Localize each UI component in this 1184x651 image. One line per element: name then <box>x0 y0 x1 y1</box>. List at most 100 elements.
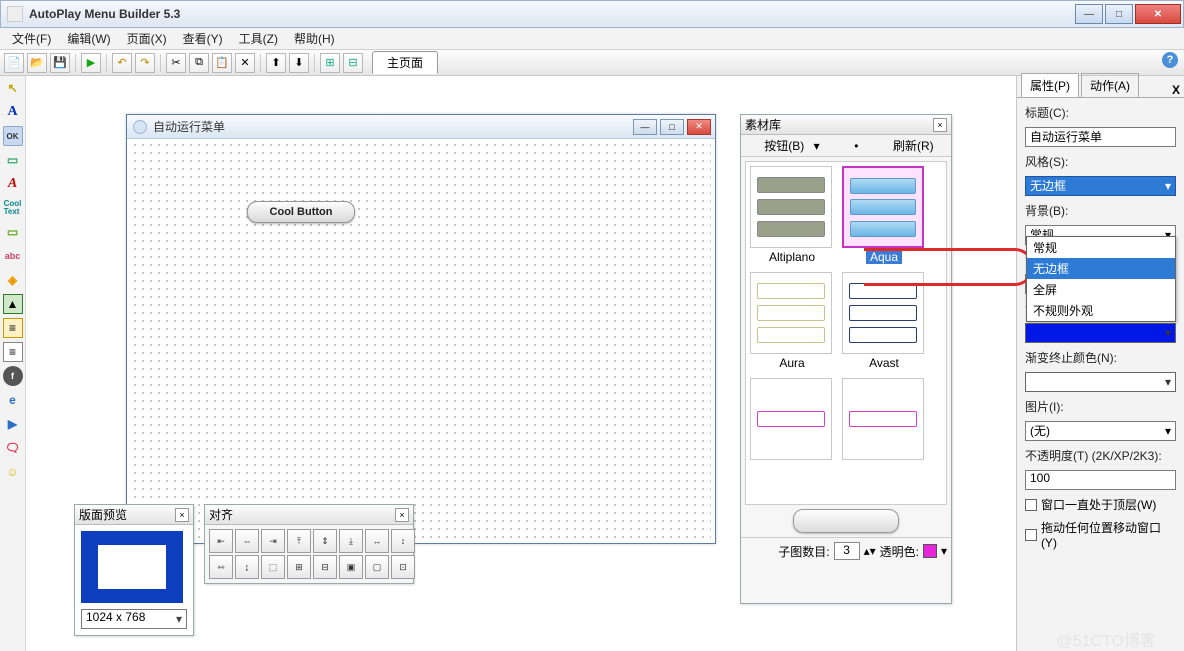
same-height-icon[interactable]: ↨ <box>235 555 259 579</box>
add-page-icon[interactable]: ⊞ <box>320 53 340 73</box>
style-option-fullscreen[interactable]: 全屏 <box>1027 279 1175 300</box>
matlib-close-icon[interactable]: × <box>933 118 947 132</box>
pointer-tool-icon[interactable]: ↖ <box>3 78 23 98</box>
smiley-tool-icon[interactable]: ☺ <box>3 462 23 482</box>
align-bottom-icon[interactable]: ⤓ <box>339 529 363 553</box>
memo-tool-icon[interactable]: ≡ <box>3 342 23 362</box>
matlib-item[interactable] <box>842 378 924 460</box>
matlib-category-button[interactable]: 按钮(B) ▾ <box>752 135 825 156</box>
open-icon[interactable]: 📂 <box>27 53 47 73</box>
menu-page[interactable]: 页面(X) <box>119 28 175 49</box>
opacity-input[interactable]: 100 <box>1025 470 1176 490</box>
styled-text-tool-icon[interactable]: A <box>3 174 23 194</box>
dragmove-checkbox[interactable]: 拖动任何位置移动窗口(Y) <box>1025 519 1176 550</box>
menu-help[interactable]: 帮助(H) <box>286 28 343 49</box>
transparent-color-picker[interactable] <box>923 544 937 558</box>
page-tab-main[interactable]: 主页面 <box>372 51 438 74</box>
menu-view[interactable]: 查看(Y) <box>175 28 231 49</box>
page-up-icon[interactable]: ⬆ <box>266 53 286 73</box>
label-tool-icon[interactable]: abc <box>3 246 23 266</box>
style-dropdown[interactable]: 常规 无边框 全屏 不规则外观 <box>1026 236 1176 322</box>
flash-tool-icon[interactable]: f <box>3 366 23 386</box>
maximize-button[interactable]: □ <box>1105 4 1133 24</box>
shape-tool-icon[interactable]: ◈ <box>3 270 23 290</box>
run-icon[interactable]: ▶ <box>81 53 101 73</box>
style-option-normal[interactable]: 常规 <box>1027 237 1175 258</box>
preview-window[interactable]: 自动运行菜单 — □ ✕ Cool Button <box>126 114 716 544</box>
space-v-icon[interactable]: ↕ <box>391 529 415 553</box>
menu-tool[interactable]: 工具(Z) <box>231 28 286 49</box>
image-button-tool-icon[interactable]: ▭ <box>3 222 23 242</box>
minimize-button[interactable]: — <box>1075 4 1103 24</box>
matlib-gallery[interactable]: Altiplano Aqua Aura Avast <box>745 161 947 505</box>
help-icon[interactable]: ? <box>1162 52 1178 68</box>
paste-icon[interactable]: 📋 <box>212 53 232 73</box>
media-tool-icon[interactable]: ▶ <box>3 414 23 434</box>
style-option-irregular[interactable]: 不规则外观 <box>1027 300 1175 321</box>
close-button[interactable]: ✕ <box>1135 4 1181 24</box>
center-v-icon[interactable]: ⊟ <box>313 555 337 579</box>
cooltext-tool-icon[interactable]: CoolText <box>3 198 23 218</box>
layout-panel-close-icon[interactable]: × <box>175 508 189 522</box>
center-h-icon[interactable]: ⊞ <box>287 555 311 579</box>
cool-button-element[interactable]: Cool Button <box>247 201 355 223</box>
save-icon[interactable]: 💾 <box>50 53 70 73</box>
properties-close-icon[interactable]: X <box>1172 83 1180 97</box>
browser-tool-icon[interactable]: e <box>3 390 23 410</box>
page-down-icon[interactable]: ⬇ <box>289 53 309 73</box>
picture-combo[interactable]: (无) <box>1025 421 1176 441</box>
cut-icon[interactable]: ✂ <box>166 53 186 73</box>
speech-tool-icon[interactable]: 🗨 <box>3 438 23 458</box>
menu-file[interactable]: 文件(F) <box>4 28 59 49</box>
topmost-checkbox[interactable]: 窗口一直处于顶层(W) <box>1025 496 1176 513</box>
align-middle-icon[interactable]: ⇕ <box>313 529 337 553</box>
button-tool-icon[interactable]: OK <box>3 126 23 146</box>
gradient-end-color[interactable] <box>1025 372 1176 392</box>
send-back-icon[interactable]: ▢ <box>365 555 389 579</box>
style-combo[interactable]: 无边框 <box>1025 176 1176 196</box>
title-input[interactable]: 自动运行菜单 <box>1025 127 1176 147</box>
matlib-refresh-button[interactable]: 刷新(R) <box>887 135 940 156</box>
matlib-item-aqua[interactable] <box>842 166 924 248</box>
same-width-icon[interactable]: ⇿ <box>209 555 233 579</box>
new-icon[interactable]: 📄 <box>4 53 24 73</box>
matlib-item-aura[interactable] <box>750 272 832 354</box>
group-icon[interactable]: ⊡ <box>391 555 415 579</box>
subimage-count-input[interactable]: 3 <box>834 542 860 560</box>
remove-page-icon[interactable]: ⊟ <box>343 53 363 73</box>
matlib-item-avast[interactable] <box>842 272 924 354</box>
tab-actions[interactable]: 动作(A) <box>1081 73 1139 97</box>
text-tool-icon[interactable]: A <box>3 102 23 122</box>
material-library-panel[interactable]: 素材库 × 按钮(B) ▾ • 刷新(R) Altiplano Aqua <box>740 114 952 604</box>
align-center-h-icon[interactable]: ⇔ <box>235 529 259 553</box>
design-grid[interactable] <box>131 141 711 539</box>
layout-preview-panel[interactable]: 版面预览 × 1024 x 768 <box>74 504 194 636</box>
matlib-item[interactable] <box>750 378 832 460</box>
matlib-item-altiplano[interactable] <box>750 166 832 248</box>
gradient-start-color[interactable] <box>1025 323 1176 343</box>
preview-max-button[interactable]: □ <box>660 119 684 135</box>
picture-tool-icon[interactable]: ▲ <box>3 294 23 314</box>
copy-icon[interactable]: ⧉ <box>189 53 209 73</box>
align-panel[interactable]: 对齐 × ⇤ ⇔ ⇥ ⤒ ⇕ ⤓ ↔ ↕ ⇿ ↨ ⬚ ⊞ ⊟ ▣ ▢ ⊡ <box>204 504 414 584</box>
preview-min-button[interactable]: — <box>633 119 657 135</box>
list-tool-icon[interactable]: ≡ <box>3 318 23 338</box>
redo-icon[interactable]: ↷ <box>135 53 155 73</box>
bar-tool-icon[interactable]: ▭ <box>3 150 23 170</box>
align-left-icon[interactable]: ⇤ <box>209 529 233 553</box>
resolution-select[interactable]: 1024 x 768 <box>81 609 187 629</box>
layout-thumbnail[interactable] <box>81 531 183 603</box>
preview-close-button[interactable]: ✕ <box>687 119 711 135</box>
style-option-borderless[interactable]: 无边框 <box>1027 258 1175 279</box>
align-right-icon[interactable]: ⇥ <box>261 529 285 553</box>
same-size-icon[interactable]: ⬚ <box>261 555 285 579</box>
undo-icon[interactable]: ↶ <box>112 53 132 73</box>
align-panel-close-icon[interactable]: × <box>395 508 409 522</box>
delete-icon[interactable]: ✕ <box>235 53 255 73</box>
space-h-icon[interactable]: ↔ <box>365 529 389 553</box>
tab-properties[interactable]: 属性(P) <box>1021 73 1079 97</box>
watermark: @51CTO博客 <box>1056 627 1156 651</box>
align-top-icon[interactable]: ⤒ <box>287 529 311 553</box>
menu-edit[interactable]: 编辑(W) <box>59 28 118 49</box>
bring-front-icon[interactable]: ▣ <box>339 555 363 579</box>
